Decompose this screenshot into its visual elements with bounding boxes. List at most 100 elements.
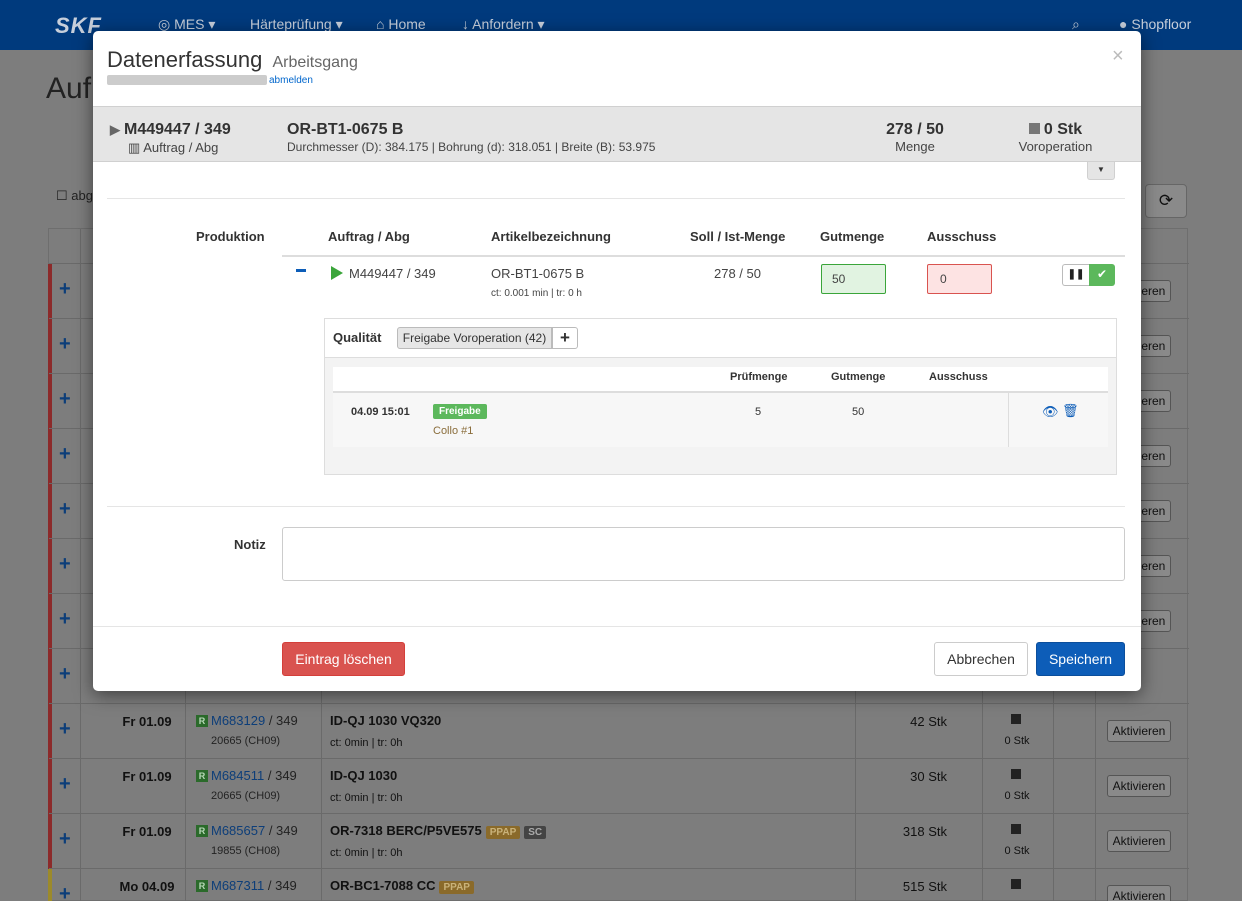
order-number[interactable]: M685657	[211, 823, 265, 838]
order-link[interactable]: M687311 / 349	[211, 878, 297, 893]
cancel-button[interactable]: Abbrechen	[934, 642, 1028, 676]
row-quantity: 515 Stk	[902, 879, 947, 894]
activate-button[interactable]: Aktivieren	[1107, 885, 1171, 901]
order-number[interactable]: M687311	[211, 878, 264, 893]
quality-label: Qualität	[333, 330, 382, 345]
expand-icon[interactable]: +	[59, 663, 71, 686]
footer-divider	[93, 626, 1141, 627]
quality-panel: Qualität Freigabe Voroperation (42) + Pr…	[324, 318, 1117, 475]
quality-table: Prüfmenge Gutmenge Ausschuss 04.09 15:01…	[333, 367, 1108, 447]
order-abg: / 349	[264, 768, 297, 783]
order-abg: / 349	[265, 713, 298, 728]
activate-button[interactable]: Aktivieren	[1107, 830, 1171, 852]
expand-icon[interactable]: +	[59, 388, 71, 411]
expand-icon[interactable]: +	[59, 773, 71, 796]
barcode-icon: ▥	[128, 140, 141, 155]
table-row[interactable]: + Fr 01.09 R M683129 / 349 20665 (CH09) …	[48, 703, 1189, 759]
row-cycle-time: ct: 0.001 min | tr: 0 h	[491, 288, 582, 299]
order-sub: 19855 (CH08)	[211, 845, 281, 857]
expand-icon[interactable]: +	[59, 498, 71, 521]
eye-icon[interactable]: 👁	[1042, 404, 1059, 420]
order-link[interactable]: M685657 / 349	[211, 823, 298, 838]
col-gutmenge: Gutmenge	[820, 229, 885, 244]
refresh-button[interactable]: ⟳	[1145, 184, 1187, 218]
logout-link[interactable]: abmelden	[269, 75, 313, 86]
notiz-label: Notiz	[234, 537, 266, 552]
nav-home-link[interactable]: ⌂ Home	[376, 16, 426, 32]
pause-icon: ❚❚	[1067, 269, 1085, 280]
ppap-tag: PPAP	[439, 881, 474, 894]
blurred-username	[107, 75, 267, 86]
ppap-tag: PPAP	[485, 826, 521, 839]
info-order-sub-label: Auftrag / Abg	[143, 140, 219, 155]
modal-title: Datenerfassung Arbeitsgang	[107, 47, 358, 73]
order-link[interactable]: M684511 / 349	[211, 768, 297, 783]
row-quantity: 42 Stk	[910, 714, 947, 729]
check-icon: ✔	[1096, 267, 1108, 281]
expand-icon[interactable]: +	[59, 278, 71, 301]
order-link[interactable]: M683129 / 349	[211, 713, 298, 728]
order-abg: / 349	[265, 823, 298, 838]
expand-icon[interactable]: +	[59, 553, 71, 576]
order-number[interactable]: M684511	[211, 768, 264, 783]
ausschuss-input[interactable]: 0	[927, 264, 992, 294]
modal-subtitle: Arbeitsgang	[272, 54, 358, 71]
confirm-button[interactable]: ✔	[1089, 264, 1115, 286]
tab-freigabe-voroperation[interactable]: Freigabe Voroperation (42)	[397, 327, 552, 349]
save-button[interactable]: Speichern	[1036, 642, 1125, 676]
gutmenge-input[interactable]: 50	[821, 264, 886, 294]
info-vor-label: Voroperation	[1018, 139, 1093, 154]
notiz-textarea[interactable]	[282, 527, 1125, 581]
info-order: ▶ M449447 / 349	[110, 121, 231, 139]
activate-button[interactable]: Aktivieren	[1107, 775, 1171, 797]
page-title: Auf	[46, 72, 92, 105]
column-divider	[1008, 393, 1009, 447]
abgeschlossen-checkbox[interactable]: ☐ abg	[56, 188, 93, 204]
divider	[107, 198, 1125, 199]
activate-button[interactable]: Aktivieren	[1107, 720, 1171, 742]
info-order-number: M449447 / 349	[124, 121, 231, 138]
refresh-icon: ⟳	[1158, 191, 1174, 210]
info-voroperation: 0 Stk Voroperation	[1003, 121, 1108, 154]
status-square-icon	[1011, 824, 1021, 834]
delete-entry-button[interactable]: Eintrag löschen	[282, 642, 405, 676]
expand-icon[interactable]: +	[59, 333, 71, 356]
expand-icon[interactable]: +	[59, 443, 71, 466]
table-row[interactable]: + Fr 01.09 R M685657 / 349 19855 (CH08) …	[48, 813, 1189, 869]
trash-icon[interactable]: 🗑	[1062, 403, 1079, 419]
order-sub: 20665 (CH09)	[211, 735, 281, 747]
collapse-icon[interactable]	[296, 269, 306, 272]
user-icon: ●	[1119, 16, 1128, 32]
expand-icon[interactable]: +	[59, 718, 71, 741]
expand-info-button[interactable]: ▼	[1087, 162, 1115, 180]
order-number[interactable]: M683129	[211, 713, 265, 728]
close-icon[interactable]: ×	[1112, 45, 1124, 68]
row-date: Fr 01.09	[122, 824, 172, 839]
row-date: Mo 04.09	[119, 879, 175, 894]
expand-icon[interactable]: +	[59, 883, 71, 901]
table-row[interactable]: + Fr 01.09 R M684511 / 349 20665 (CH09) …	[48, 758, 1189, 814]
r-badge: R	[196, 880, 208, 892]
add-quality-button[interactable]: +	[552, 327, 578, 349]
collo-label: Collo #1	[433, 425, 474, 437]
order-info-bar: ▶ M449447 / 349 ▥ Auftrag / Abg OR-BT1-06…	[93, 106, 1141, 162]
status-square-icon	[1028, 123, 1040, 134]
expand-icon[interactable]: +	[59, 828, 71, 851]
user-menu[interactable]: ● Shopfloor	[1119, 16, 1191, 32]
play-icon: ▶	[110, 122, 120, 137]
article-name: ID-QJ 1030	[330, 768, 398, 783]
expand-icon[interactable]: +	[59, 608, 71, 631]
info-qty-label: Menge	[895, 139, 935, 154]
table-row[interactable]: + Mo 04.09 R M687311 / 349 OR-BC1-7088 C…	[48, 868, 1189, 901]
modal-title-text: Datenerfassung	[107, 47, 263, 72]
divider	[107, 506, 1125, 507]
col-q-ausschuss: Ausschuss	[929, 371, 988, 383]
row-soll-ist: 278 / 50	[714, 266, 761, 281]
pause-button[interactable]: ❚❚	[1062, 264, 1089, 286]
col-auftrag: Auftrag / Abg	[328, 229, 410, 244]
status-square-icon	[1011, 769, 1021, 779]
checkbox-label: abg	[71, 188, 93, 203]
article-name: ID-QJ 1030 VQ320	[330, 713, 442, 728]
cycle-time: ct: 0min | tr: 0h	[330, 847, 403, 859]
sc-tag: SC	[524, 826, 547, 839]
